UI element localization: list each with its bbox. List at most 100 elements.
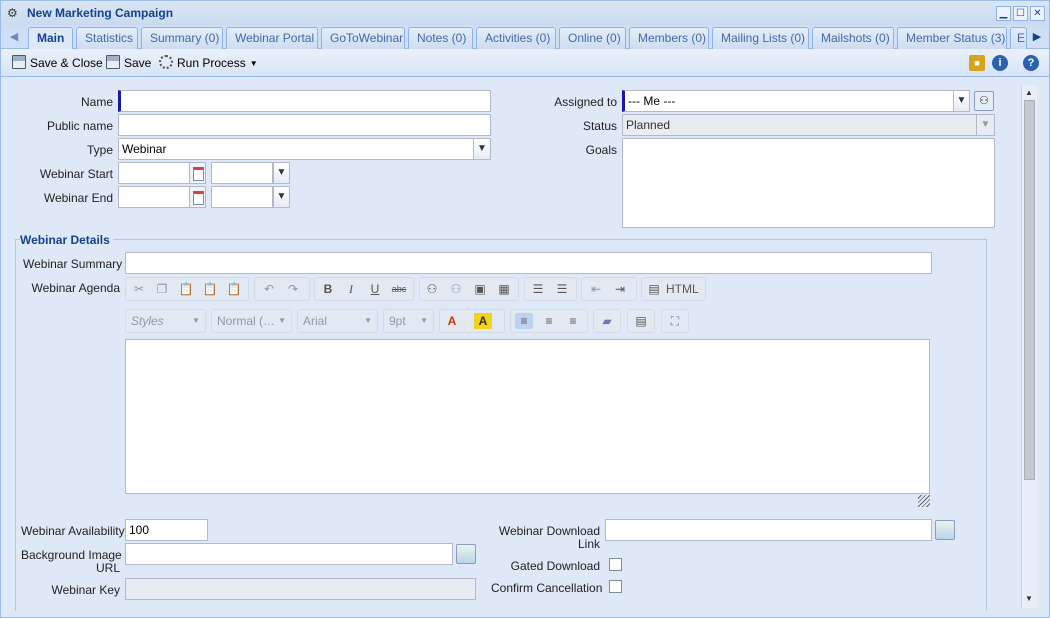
tab-mailing-lists[interactable]: Mailing Lists (0)	[712, 27, 809, 49]
italic-icon[interactable]: I	[342, 281, 360, 297]
align-center-icon[interactable]: ≡	[540, 313, 558, 329]
webinar-end-time-trigger[interactable]: ▼	[273, 186, 290, 208]
html-source-button[interactable]: HTML	[666, 281, 699, 297]
strikethrough-icon[interactable]: abc	[390, 281, 408, 297]
indent-icon[interactable]: ⇥	[611, 281, 629, 297]
binoculars-icon[interactable]: ⚇	[974, 91, 994, 111]
tab-mailshots[interactable]: Mailshots (0)	[812, 27, 894, 49]
tab-scroll-right-icon[interactable]: ▶	[1030, 29, 1044, 45]
close-button[interactable]: ✕	[1030, 6, 1045, 21]
replace-icon[interactable]: ⚇	[447, 281, 465, 297]
image-icon[interactable]: ▣	[471, 281, 489, 297]
size-combo[interactable]: 9pt ▼	[383, 309, 434, 333]
background-image-url-field[interactable]	[125, 543, 453, 565]
type-label: Type	[86, 143, 113, 157]
paste-word-icon[interactable]: 📋	[225, 281, 243, 297]
webinar-summary-field[interactable]	[125, 252, 932, 274]
copy-icon[interactable]: ❐	[153, 281, 171, 297]
webinar-agenda-editor[interactable]	[125, 339, 930, 494]
source-icon[interactable]: ▤	[645, 281, 663, 297]
styles-combo[interactable]: Styles ▼	[125, 309, 206, 333]
background-image-picker-icon[interactable]	[456, 544, 476, 564]
save-button[interactable]: Save	[106, 54, 151, 72]
tab-members[interactable]: Members (0)	[629, 27, 709, 49]
print-icon[interactable]: ▤	[632, 313, 650, 329]
tab-webinar-portal[interactable]: Webinar Portal	[226, 27, 318, 49]
minimize-button[interactable]: ▁	[996, 6, 1011, 21]
paste-icon[interactable]: 📋	[177, 281, 195, 297]
numbered-list-icon[interactable]: ☰	[529, 281, 547, 297]
bold-icon[interactable]: B	[319, 281, 337, 297]
bullet-list-icon[interactable]: ☰	[553, 281, 571, 297]
confirm-cancellation-checkbox[interactable]	[609, 580, 622, 593]
outdent-icon[interactable]: ⇤	[587, 281, 605, 297]
status-label: Status	[582, 119, 617, 133]
tab-overflow[interactable]: E	[1010, 27, 1027, 49]
type-select[interactable]: Webinar	[118, 138, 475, 160]
assigned-to-dropdown-trigger[interactable]: ▼	[953, 90, 970, 112]
campaign-app-icon: ⚙	[7, 6, 18, 20]
webinar-end-calendar-icon[interactable]	[189, 186, 206, 208]
webinar-key-field[interactable]	[125, 578, 476, 600]
paste-text-icon[interactable]: 📋	[201, 281, 219, 297]
maximize-editor-icon[interactable]: ⛶	[666, 313, 684, 329]
info-icon[interactable]: i	[992, 55, 1008, 71]
status-dropdown-trigger[interactable]: ▼	[976, 114, 995, 136]
goals-textarea[interactable]	[622, 138, 995, 228]
save-label: Save	[124, 56, 152, 70]
redo-icon[interactable]: ↷	[284, 281, 302, 297]
webinar-start-time-input[interactable]	[211, 162, 273, 184]
download-link-picker-icon[interactable]	[935, 520, 955, 540]
gated-download-checkbox[interactable]	[609, 558, 622, 571]
run-process-button[interactable]: Run Process ▼	[159, 54, 258, 72]
align-left-icon[interactable]: ≡	[515, 313, 533, 329]
background-image-label-url: URL	[95, 561, 120, 575]
underline-icon[interactable]: U	[366, 281, 384, 297]
tab-scroll-left-icon[interactable]: ◀	[7, 29, 21, 45]
webinar-start-time-trigger[interactable]: ▼	[273, 162, 290, 184]
tab-summary[interactable]: Summary (0)	[141, 27, 223, 49]
assigned-to-select[interactable]: --- Me ---	[622, 90, 955, 112]
tab-online[interactable]: Online (0)	[559, 27, 626, 49]
align-group: ≡ ≡ ≡	[510, 309, 588, 333]
tab-gotowebinar[interactable]: GoToWebinar	[321, 27, 405, 49]
eraser-icon[interactable]: ▰	[598, 313, 616, 329]
maximize-button[interactable]: ☐	[1013, 6, 1028, 21]
public-name-field[interactable]	[118, 114, 491, 136]
webinar-end-date-input[interactable]	[118, 186, 190, 208]
tab-activities[interactable]: Activities (0)	[476, 27, 556, 49]
format-combo-text: Normal (…	[217, 314, 276, 328]
webinar-start-date-input[interactable]	[118, 162, 190, 184]
help-icon[interactable]: ?	[1023, 55, 1039, 71]
undo-icon[interactable]: ↶	[260, 281, 278, 297]
scroll-up-icon[interactable]: ▲	[1025, 88, 1033, 97]
webinar-download-link-field[interactable]	[605, 519, 932, 541]
status-select[interactable]: Planned	[622, 114, 978, 136]
format-chevron-icon: ▼	[278, 316, 286, 325]
tab-statistics[interactable]: Statistics	[76, 27, 138, 49]
scroll-down-icon[interactable]: ▼	[1025, 594, 1033, 603]
tab-main[interactable]: Main	[28, 27, 73, 50]
webinar-availability-field[interactable]: 100	[125, 519, 208, 541]
lock-icon[interactable]: ■	[969, 55, 985, 71]
scroll-thumb[interactable]	[1024, 100, 1035, 480]
vertical-scrollbar[interactable]: ▲ ▼	[1021, 86, 1037, 608]
tab-member-status[interactable]: Member Status (3)	[897, 27, 1007, 49]
table-icon[interactable]: ▦	[495, 281, 513, 297]
find-icon[interactable]: ⚇	[423, 281, 441, 297]
text-color-icon[interactable]: A	[443, 313, 461, 329]
type-dropdown-trigger[interactable]: ▼	[473, 138, 491, 160]
font-chevron-icon: ▼	[364, 316, 372, 325]
save-close-button[interactable]: Save & Close	[12, 54, 103, 72]
name-field[interactable]	[118, 90, 491, 112]
tab-notes[interactable]: Notes (0)	[408, 27, 473, 49]
background-color-icon[interactable]: A	[474, 313, 492, 329]
cut-icon[interactable]: ✂	[130, 281, 148, 297]
webinar-start-label: Webinar Start	[39, 167, 113, 181]
webinar-start-calendar-icon[interactable]	[189, 162, 206, 184]
align-right-icon[interactable]: ≡	[564, 313, 582, 329]
editor-resize-handle[interactable]	[918, 495, 930, 507]
format-combo[interactable]: Normal (… ▼	[211, 309, 292, 333]
webinar-end-time-input[interactable]	[211, 186, 273, 208]
font-combo[interactable]: Arial ▼	[297, 309, 378, 333]
